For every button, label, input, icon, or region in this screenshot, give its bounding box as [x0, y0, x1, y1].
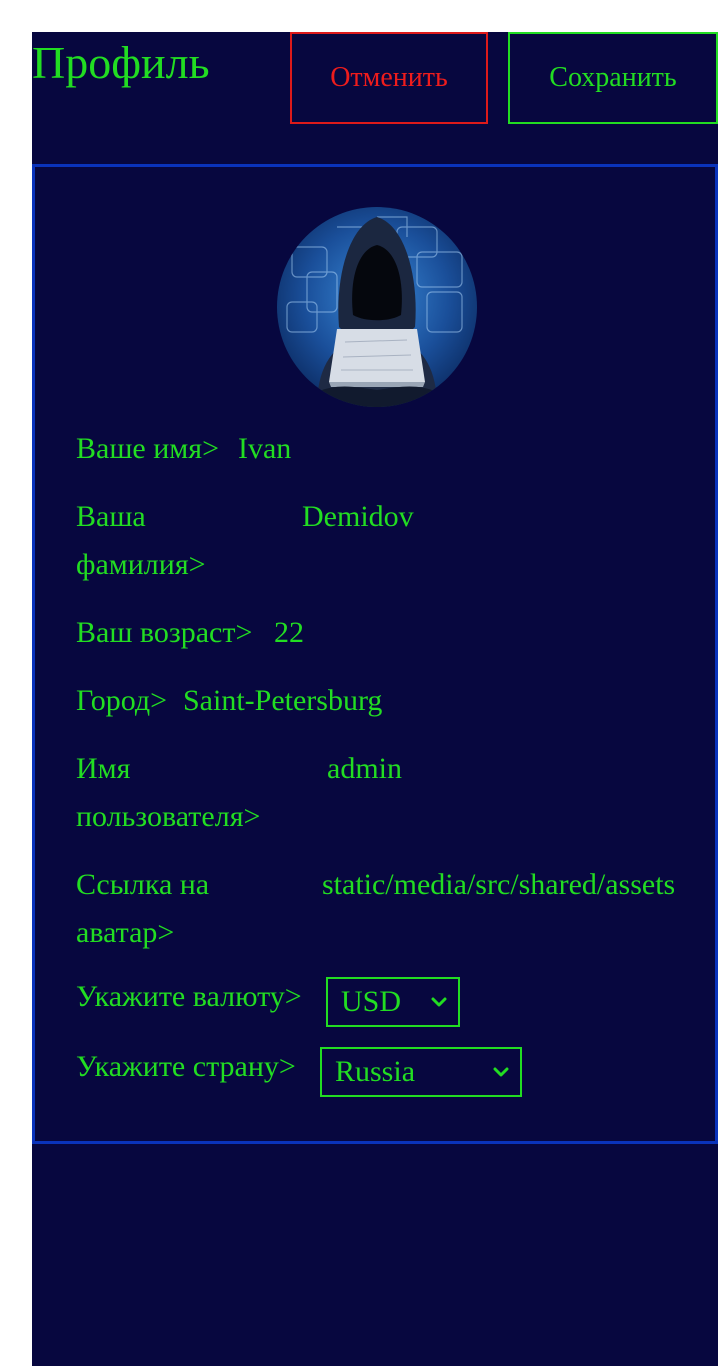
city-value[interactable]: Saint-Petersburg: [183, 677, 382, 725]
country-select[interactable]: Russia: [320, 1047, 522, 1097]
city-label: Город>: [76, 684, 168, 717]
currency-label: Укажите валюту>: [76, 980, 302, 1013]
currency-row: Укажите валюту> USD: [76, 977, 676, 1027]
chevron-down-icon: [431, 997, 447, 1007]
avatar-link-value[interactable]: static/media/src/shared/assets: [322, 861, 674, 909]
age-label: Ваш возраст>: [76, 616, 253, 649]
age-value[interactable]: 22: [274, 609, 304, 657]
country-row: Укажите страну> Russia: [76, 1047, 676, 1097]
currency-select[interactable]: USD: [326, 977, 460, 1027]
last-name-label: Ваша фамилия>: [76, 500, 206, 581]
country-selected-value: Russia: [335, 1055, 416, 1088]
page-title: Профиль: [32, 37, 210, 88]
city-row: Город> Saint-Petersburg: [76, 677, 676, 725]
first-name-label: Ваше имя>: [76, 432, 219, 465]
currency-selected-value: USD: [341, 985, 402, 1018]
country-label: Укажите страну>: [76, 1050, 296, 1083]
last-name-value[interactable]: Demidov: [302, 493, 414, 541]
username-label: Имя пользователя>: [76, 752, 261, 833]
age-row: Ваш возраст> 22: [76, 609, 676, 657]
avatar-link-row: Ссылка на аватар> static/media/src/share…: [76, 861, 676, 957]
hacker-avatar-icon: [277, 207, 477, 407]
username-row: Имя пользователя> admin: [76, 745, 676, 841]
profile-app: Профиль Отменить Сохранить Ваше имя> Iva…: [32, 32, 718, 1366]
profile-card: Ваше имя> Ivan Ваша фамилия> Demidov Ваш…: [32, 164, 718, 1144]
username-value[interactable]: admin: [327, 745, 402, 793]
chevron-down-icon: [493, 1067, 509, 1077]
first-name-value[interactable]: Ivan: [238, 425, 291, 473]
cancel-button[interactable]: Отменить: [290, 32, 488, 124]
first-name-row: Ваше имя> Ivan: [76, 425, 676, 473]
last-name-row: Ваша фамилия> Demidov: [76, 493, 676, 589]
avatar-link-label: Ссылка на аватар>: [76, 868, 210, 949]
save-button[interactable]: Сохранить: [508, 32, 718, 124]
